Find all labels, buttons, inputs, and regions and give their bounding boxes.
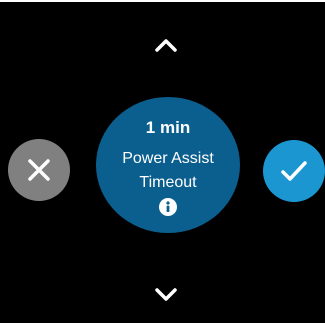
setting-label-line2: Timeout [139, 174, 197, 191]
timeout-setting-circle: 1 min Power Assist Timeout [96, 97, 240, 233]
setting-label-line1: Power Assist [122, 150, 214, 167]
decrease-button[interactable] [148, 281, 184, 309]
info-button[interactable] [159, 198, 177, 216]
check-icon [281, 161, 307, 181]
close-icon [28, 159, 50, 181]
confirm-button[interactable] [263, 140, 325, 202]
cancel-button[interactable] [8, 139, 70, 201]
watch-screen: 1 min Power Assist Timeout [0, 2, 325, 323]
chevron-down-icon [155, 288, 177, 301]
info-icon [166, 201, 170, 212]
increase-button[interactable] [148, 31, 184, 59]
chevron-up-icon [155, 39, 177, 52]
setting-label: Power Assist Timeout [96, 147, 240, 195]
timeout-value: 1 min [145, 118, 191, 137]
